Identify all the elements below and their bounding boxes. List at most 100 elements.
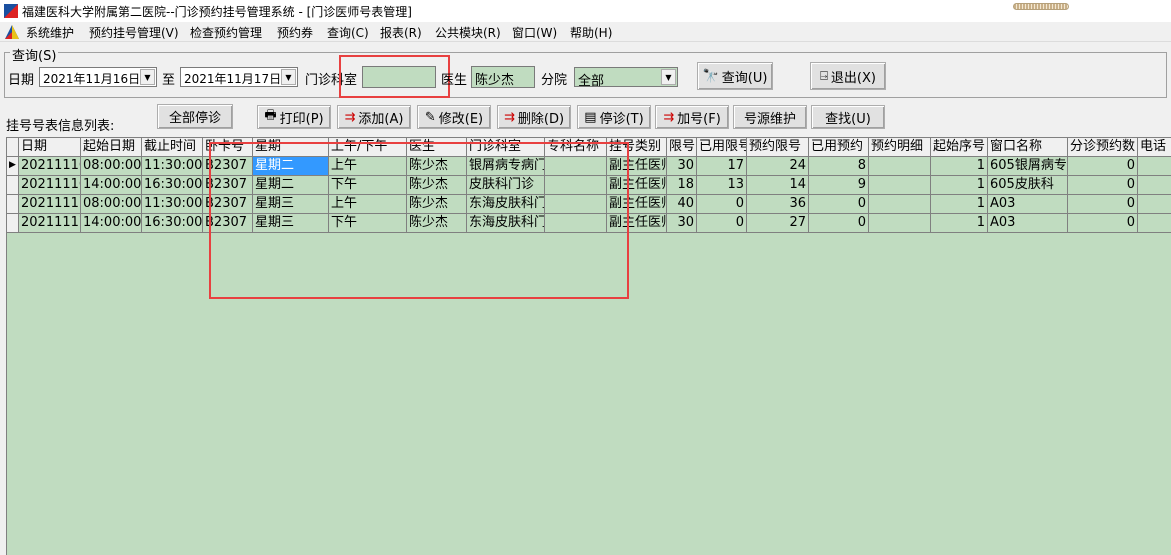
table-cell[interactable] [1138, 195, 1171, 214]
table-cell[interactable]: 星期二 [253, 157, 329, 176]
add-button[interactable]: ⇉ 添加(A) [337, 105, 411, 129]
table-cell[interactable]: 上午 [329, 157, 407, 176]
column-header[interactable]: 挂号类别 [607, 138, 667, 157]
stop-all-button[interactable]: 全部停诊 [157, 104, 233, 129]
add-number-button[interactable]: ⇉ 加号(F) [655, 105, 729, 129]
table-cell[interactable]: 副主任医师 [607, 157, 667, 176]
table-cell[interactable]: 18 [667, 176, 697, 195]
table-cell[interactable]: 08:00:00 [81, 157, 142, 176]
table-cell[interactable]: 1 [931, 176, 988, 195]
modify-button[interactable]: ✎ 修改(E) [417, 105, 491, 129]
table-cell[interactable]: 0 [809, 214, 869, 233]
table-cell[interactable]: 0 [809, 195, 869, 214]
table-cell[interactable]: 30 [667, 214, 697, 233]
menu-query[interactable]: 查询(C) [327, 24, 369, 41]
row-indicator[interactable]: ▶ [7, 157, 19, 176]
table-cell[interactable] [545, 176, 607, 195]
column-header[interactable]: 日期 [19, 138, 81, 157]
table-cell[interactable]: 陈少杰 [407, 176, 467, 195]
table-cell[interactable]: 0 [1068, 176, 1138, 195]
table-cell[interactable]: 1 [931, 157, 988, 176]
schedule-grid[interactable]: 日期 起始日期 截止时间 卧卡号 星期 上午/下午 医生 门诊科室 专科名称 挂号类别 限号 已用限号… [6, 137, 1171, 555]
menu-window[interactable]: 窗口(W) [512, 24, 557, 41]
print-button[interactable]: 🖶 打印(P) [257, 105, 331, 129]
table-cell[interactable]: B2307 [203, 214, 253, 233]
date-from-picker[interactable]: 2021年11月16日 ▼ [39, 67, 157, 87]
table-cell[interactable]: 星期三 [253, 214, 329, 233]
table-cell[interactable] [869, 157, 931, 176]
column-header[interactable]: 星期 [253, 138, 329, 157]
table-cell[interactable]: 40 [667, 195, 697, 214]
dept-input[interactable] [362, 66, 436, 88]
table-cell[interactable]: 副主任医师 [607, 214, 667, 233]
table-cell[interactable]: 9 [809, 176, 869, 195]
table-cell[interactable]: 0 [697, 195, 747, 214]
table-cell[interactable]: A03 [988, 214, 1068, 233]
table-cell[interactable]: 陈少杰 [407, 195, 467, 214]
column-header[interactable]: 已用预约 [809, 138, 869, 157]
row-indicator[interactable] [7, 195, 19, 214]
source-maintenance-button[interactable]: 号源维护 [733, 105, 807, 129]
column-header[interactable]: 已用限号 [697, 138, 747, 157]
table-cell[interactable]: 副主任医师 [607, 195, 667, 214]
menu-exam[interactable]: 检查预约管理 [190, 24, 262, 41]
table-cell[interactable]: 皮肤科门诊 [467, 176, 545, 195]
table-cell[interactable]: 1 [931, 195, 988, 214]
chevron-down-icon[interactable]: ▼ [140, 69, 155, 85]
table-cell[interactable]: B2307 [203, 195, 253, 214]
table-cell[interactable] [545, 157, 607, 176]
menu-system[interactable]: 系统维护 [26, 24, 74, 41]
table-cell[interactable]: 14:00:00 [81, 176, 142, 195]
table-cell[interactable]: 20211117 [19, 214, 81, 233]
table-cell[interactable]: 11:30:00 [142, 195, 203, 214]
column-header[interactable]: 预约明细 [869, 138, 931, 157]
table-cell[interactable]: 东海皮肤科门 [467, 195, 545, 214]
chevron-down-icon[interactable]: ▼ [661, 69, 676, 85]
table-cell[interactable] [869, 176, 931, 195]
table-cell[interactable]: 17 [697, 157, 747, 176]
stop-button[interactable]: ▤ 停诊(T) [577, 105, 651, 129]
table-cell[interactable]: 银屑病专病门 [467, 157, 545, 176]
table-cell[interactable]: 20211116 [19, 176, 81, 195]
table-cell[interactable]: 14 [747, 176, 809, 195]
table-cell[interactable]: 星期二 [253, 176, 329, 195]
table-cell[interactable]: 1 [931, 214, 988, 233]
branch-select[interactable]: 全部 ▼ [574, 67, 678, 89]
table-cell[interactable]: 20211116 [19, 157, 81, 176]
doctor-input[interactable]: 陈少杰 [471, 66, 535, 88]
table-cell[interactable]: 08:00:00 [81, 195, 142, 214]
table-cell[interactable] [869, 195, 931, 214]
column-header[interactable]: 上午/下午 [329, 138, 407, 157]
column-header[interactable]: 电话 [1138, 138, 1171, 157]
table-cell[interactable]: 11:30:00 [142, 157, 203, 176]
table-cell[interactable]: 陈少杰 [407, 157, 467, 176]
table-cell[interactable]: 0 [1068, 195, 1138, 214]
row-indicator[interactable] [7, 176, 19, 195]
exit-button[interactable]: ⍈ 退出(X) [810, 62, 886, 90]
column-header[interactable]: 窗口名称 [988, 138, 1068, 157]
column-header[interactable]: 限号 [667, 138, 697, 157]
table-cell[interactable]: 东海皮肤科门 [467, 214, 545, 233]
table-cell[interactable]: 下午 [329, 214, 407, 233]
table-cell[interactable]: 0 [697, 214, 747, 233]
table-cell[interactable]: B2307 [203, 157, 253, 176]
table-cell[interactable]: 16:30:00 [142, 176, 203, 195]
chevron-down-icon[interactable]: ▼ [281, 69, 296, 85]
table-cell[interactable]: 27 [747, 214, 809, 233]
table-cell[interactable]: 陈少杰 [407, 214, 467, 233]
table-cell[interactable]: 下午 [329, 176, 407, 195]
column-header[interactable]: 截止时间 [142, 138, 203, 157]
table-cell[interactable]: 13 [697, 176, 747, 195]
date-to-picker[interactable]: 2021年11月17日 ▼ [180, 67, 298, 87]
column-header[interactable]: 专科名称 [545, 138, 607, 157]
column-header[interactable]: 起始序号 [931, 138, 988, 157]
table-cell[interactable] [1138, 157, 1171, 176]
delete-button[interactable]: ⇉ 删除(D) [497, 105, 571, 129]
table-cell[interactable]: 20211117 [19, 195, 81, 214]
column-header[interactable]: 门诊科室 [467, 138, 545, 157]
column-header[interactable]: 医生 [407, 138, 467, 157]
menu-report[interactable]: 报表(R) [380, 24, 422, 41]
table-cell[interactable]: 605皮肤科 [988, 176, 1068, 195]
table-cell[interactable]: B2307 [203, 176, 253, 195]
column-header[interactable]: 分诊预约数 [1068, 138, 1138, 157]
